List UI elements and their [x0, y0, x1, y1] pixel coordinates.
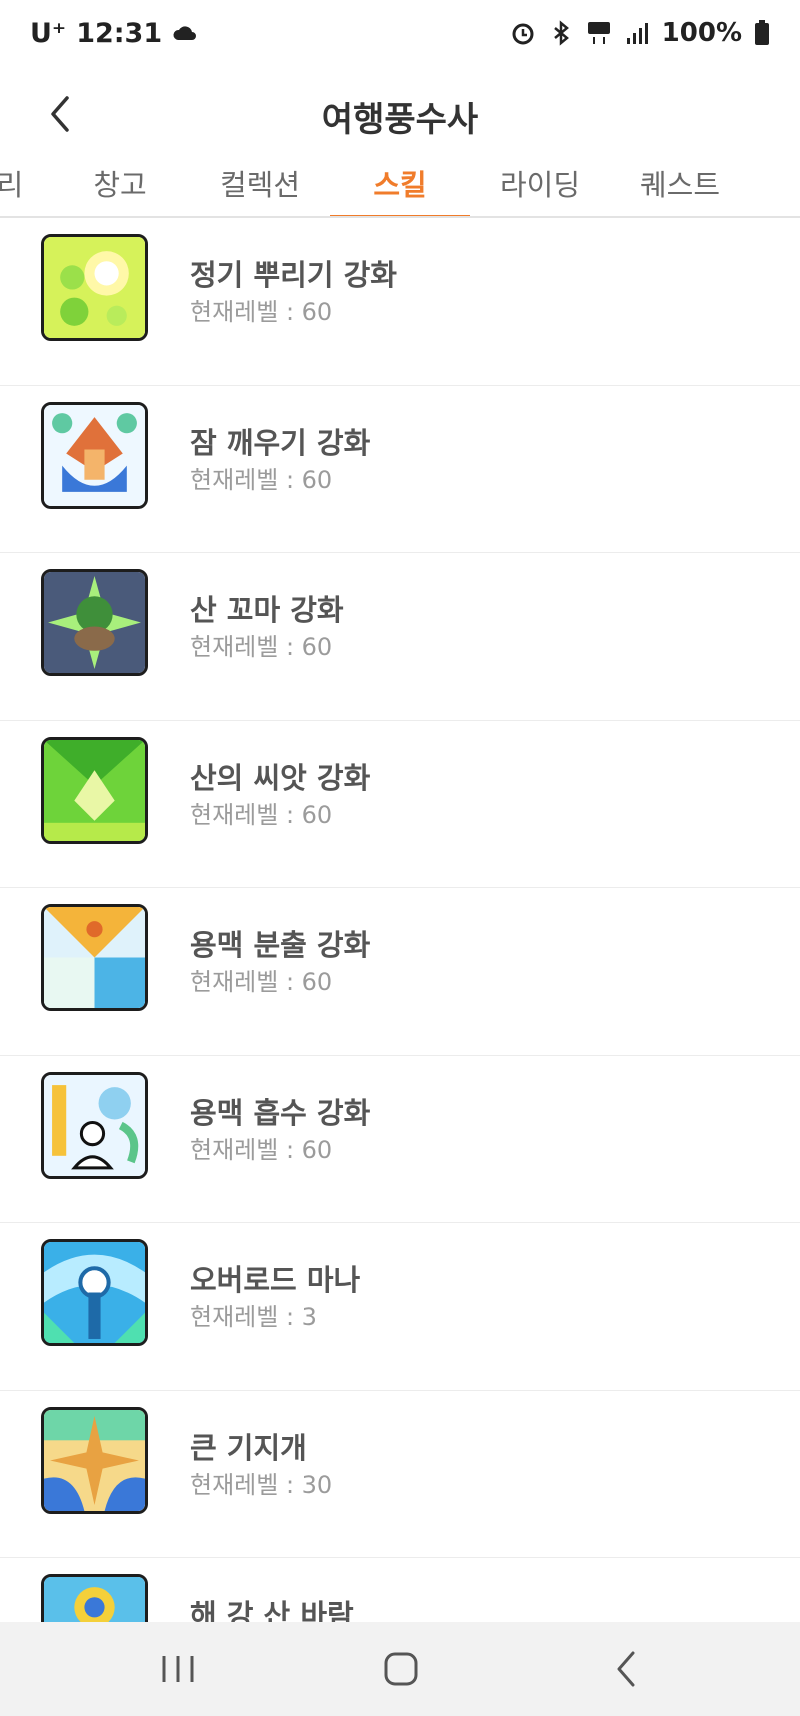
skill-name: 용맥 분출 강화: [190, 928, 371, 962]
skill-icon: [41, 1406, 148, 1514]
alarm-icon: [510, 20, 536, 46]
skill-level: 현재레벨 : 3: [190, 1303, 317, 1331]
skill-icon: [41, 1071, 148, 1179]
tab-storage[interactable]: 창고: [50, 160, 190, 216]
skill-level: 현재레벨 : 30: [190, 1470, 333, 1499]
page-title: 여행풍수사: [321, 100, 479, 140]
app-header: 여행풍수사: [0, 70, 800, 160]
skill-level: 현재레벨 : 60: [190, 633, 333, 661]
system-nav-bar: [0, 1622, 800, 1716]
skill-level: 현재레벨 : 60: [190, 968, 333, 996]
skill-row[interactable]: 용맥 분출 강화 현재레벨 : 60: [0, 888, 800, 1056]
skill-level: 현재레벨 : 60: [190, 465, 333, 494]
skill-name: 잠 깨우기 강화: [190, 425, 371, 460]
status-bar: U⁺ 12:31 100%: [0, 0, 800, 70]
skill-row[interactable]: 산 꼬마 강화 현재레벨 : 60: [0, 553, 800, 721]
skill-icon: [41, 904, 148, 1011]
battery-percent: 100%: [661, 18, 742, 48]
status-right: 100%: [510, 18, 770, 48]
skill-icon: [41, 736, 148, 844]
cloud-icon: [172, 21, 198, 47]
skill-row[interactable]: 산의 씨앗 강화 현재레벨 : 60: [0, 721, 800, 888]
network-5g-icon: [586, 20, 612, 46]
tab-pet[interactable]: 펫: [750, 160, 800, 216]
skill-level: 현재레벨 : 60: [190, 1135, 333, 1164]
carrier-label: U⁺: [30, 18, 67, 49]
skill-name: 정기 뿌리기 강화: [190, 258, 397, 292]
chevron-left-icon: [617, 1651, 635, 1687]
signal-icon: [624, 20, 650, 46]
skill-icon: [41, 1239, 148, 1346]
battery-icon: [754, 20, 770, 46]
recent-apps-button[interactable]: [148, 1644, 208, 1694]
clock: 12:31: [76, 18, 163, 49]
skill-icon: [41, 234, 148, 341]
skill-level: 현재레벨 : 60: [190, 298, 333, 326]
skill-name: 산 꼬마 강화: [190, 593, 344, 627]
skill-row[interactable]: 잠 깨우기 강화 현재레벨 : 60: [0, 386, 800, 553]
skill-list: 정기 뿌리기 강화 현재레벨 : 60 잠 깨우기 강화 현재레벨 : 60 산…: [0, 218, 800, 1716]
tab-collection[interactable]: 컬렉션: [190, 160, 330, 216]
skill-row[interactable]: 큰 기지개 현재레벨 : 30: [0, 1391, 800, 1558]
recent-apps-icon: [162, 1656, 194, 1682]
tab-riding[interactable]: 라이딩: [470, 160, 610, 216]
skill-row[interactable]: 정기 뿌리기 강화 현재레벨 : 60: [0, 218, 800, 386]
skill-row[interactable]: 오버로드 마나 현재레벨 : 3: [0, 1223, 800, 1391]
skill-icon: [41, 569, 148, 676]
skill-name: 용맥 흡수 강화: [190, 1095, 371, 1130]
skill-name: 오버로드 마나: [190, 1263, 361, 1297]
system-back-button[interactable]: [596, 1644, 656, 1694]
skill-icon: [41, 401, 148, 509]
status-left: U⁺ 12:31: [30, 18, 198, 49]
home-button[interactable]: [371, 1644, 431, 1694]
tab-bar: 리 창고 컬렉션 스킬 라이딩 퀘스트 펫: [0, 160, 800, 218]
skill-level: 현재레벨 : 60: [190, 800, 333, 829]
tab-skill[interactable]: 스킬: [330, 160, 470, 216]
bluetooth-icon: [548, 20, 574, 46]
home-icon: [384, 1652, 418, 1686]
tab-quest[interactable]: 퀘스트: [610, 160, 750, 216]
skill-row[interactable]: 용맥 흡수 강화 현재레벨 : 60: [0, 1056, 800, 1223]
skill-name: 산의 씨앗 강화: [190, 760, 371, 795]
skill-name: 큰 기지개: [190, 1430, 307, 1465]
